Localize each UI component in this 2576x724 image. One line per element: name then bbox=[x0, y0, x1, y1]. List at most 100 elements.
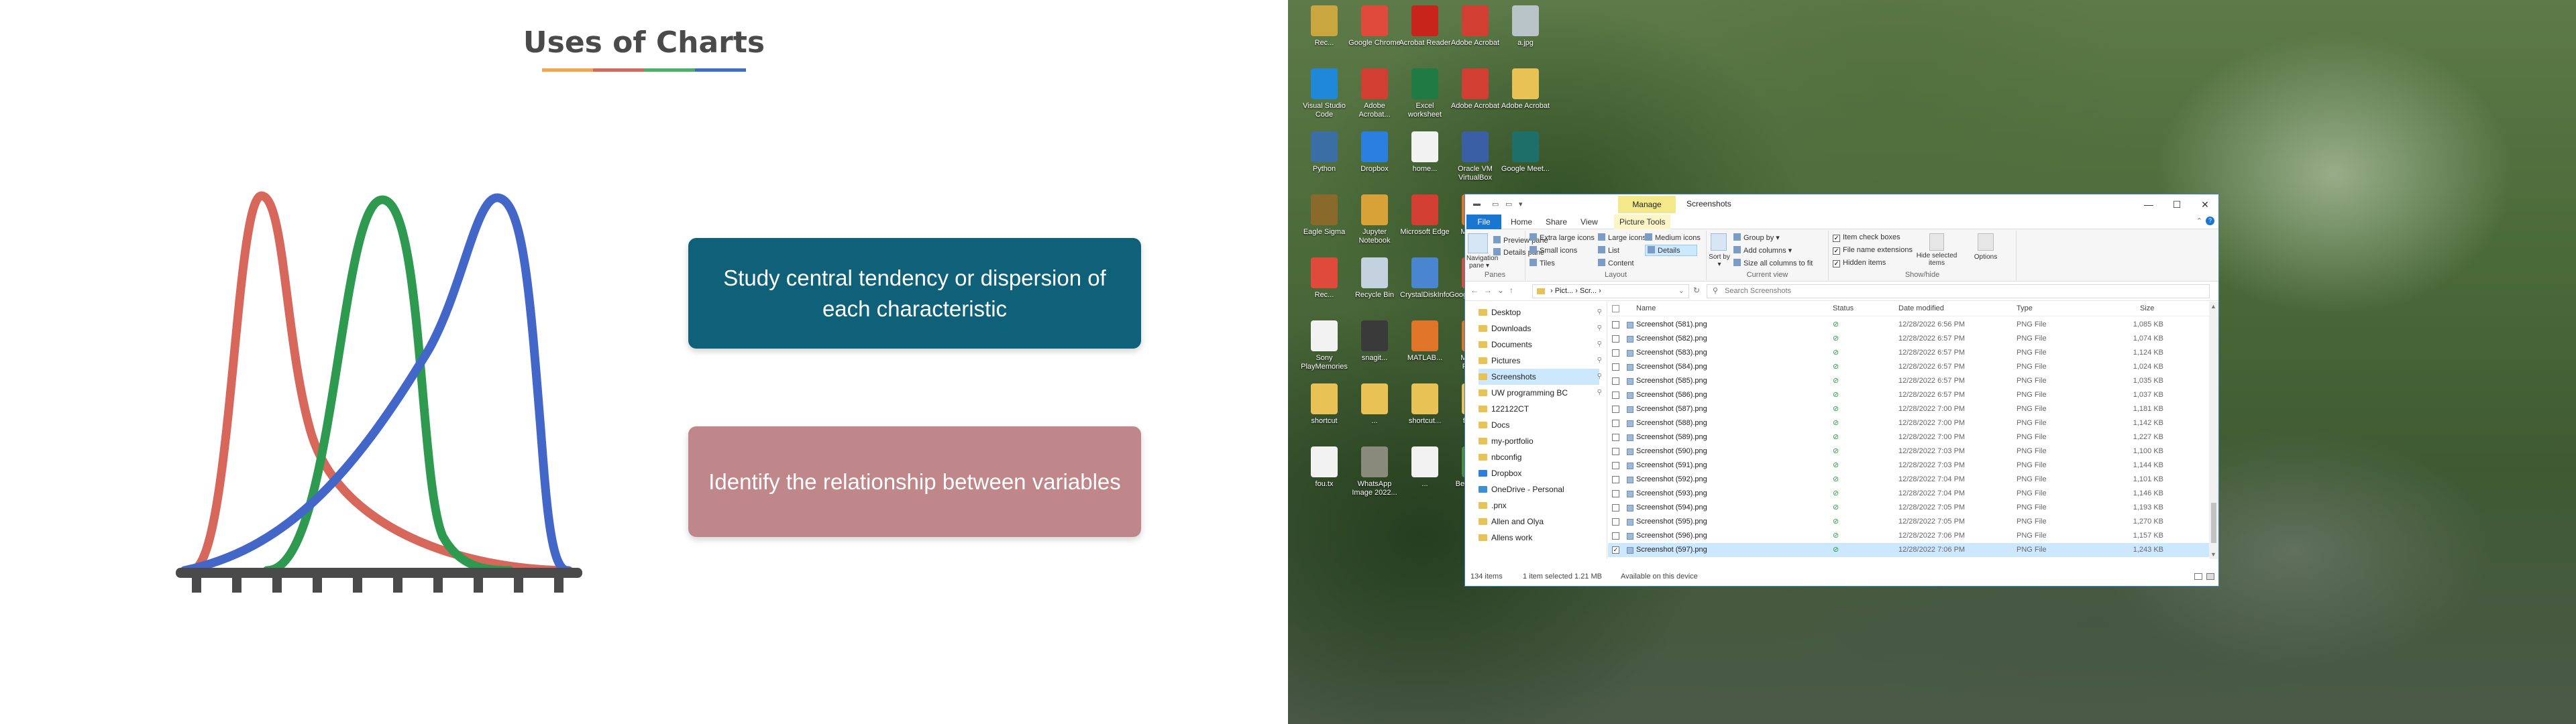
row-checkbox[interactable] bbox=[1612, 448, 1619, 455]
item-check-boxes-toggle[interactable]: ✓ Item check boxes bbox=[1833, 233, 1900, 242]
back-icon[interactable]: ← bbox=[1470, 286, 1479, 295]
navigation-pane-icon[interactable] bbox=[1468, 233, 1488, 253]
address-dropdown-icon[interactable]: ⌄ bbox=[1678, 285, 1684, 298]
nav-item[interactable]: Documents ⚲ bbox=[1479, 337, 1602, 353]
help-icon[interactable]: ? bbox=[2206, 217, 2214, 225]
desktop-icon[interactable]: Dropbox bbox=[1350, 129, 1399, 188]
layout-content[interactable]: Content bbox=[1598, 259, 1634, 267]
row-checkbox[interactable] bbox=[1612, 406, 1619, 413]
layout-medium-icons[interactable]: Medium icons bbox=[1645, 233, 1701, 242]
nav-item[interactable]: OneDrive - Personal bbox=[1479, 481, 1599, 497]
nav-item[interactable]: 122122CT bbox=[1479, 401, 1599, 417]
desktop-icon[interactable]: snagit... bbox=[1350, 318, 1399, 377]
desktop-icon[interactable]: Rec... bbox=[1300, 255, 1348, 314]
refresh-icon[interactable]: ↻ bbox=[1693, 286, 1700, 295]
minimize-button[interactable]: — bbox=[2135, 197, 2162, 212]
desktop-icon[interactable]: Adobe Acrobat bbox=[1451, 3, 1499, 62]
nav-item[interactable]: Allens work bbox=[1479, 530, 1599, 546]
desktop-icon[interactable]: a.jpg bbox=[1501, 3, 1550, 62]
file-row[interactable]: ✓ Screenshot (597).png ⊘ 12/28/2022 7:06 PM… bbox=[1608, 543, 2210, 557]
desktop-icon[interactable]: Google Chrome bbox=[1348, 3, 1401, 62]
vertical-scrollbar[interactable]: ▲ ▼ bbox=[2209, 302, 2218, 559]
desktop-icon[interactable]: Visual Studio Code bbox=[1300, 66, 1348, 125]
layout-list[interactable]: List bbox=[1598, 246, 1619, 255]
file-row[interactable]: Screenshot (586).png ⊘ 12/28/2022 6:57 PM P… bbox=[1608, 388, 2210, 402]
file-row[interactable]: Screenshot (585).png ⊘ 12/28/2022 6:57 PM P… bbox=[1608, 374, 2210, 388]
scroll-up-icon[interactable]: ▲ bbox=[2210, 303, 2216, 310]
file-row[interactable]: Screenshot (582).png ⊘ 12/28/2022 6:57 PM P… bbox=[1608, 332, 2210, 346]
desktop-icon[interactable]: ... bbox=[1401, 444, 1449, 503]
file-row[interactable]: Screenshot (593).png ⊘ 12/28/2022 7:04 PM P… bbox=[1608, 487, 2210, 501]
column-date-modified[interactable]: Date modified bbox=[1898, 304, 1944, 312]
maximize-button[interactable]: ☐ bbox=[2163, 197, 2190, 212]
nav-item[interactable]: Downloads ⚲ bbox=[1479, 320, 1602, 337]
row-checkbox[interactable] bbox=[1612, 349, 1619, 357]
file-row[interactable]: Screenshot (589).png ⊘ 12/28/2022 7:00 PM P… bbox=[1608, 430, 2210, 444]
navigation-pane-button[interactable]: Navigation pane ▾ bbox=[1466, 255, 1498, 269]
desktop-icon[interactable]: Acrobat Reader bbox=[1399, 3, 1451, 62]
desktop-icon[interactable]: Microsoft Edge bbox=[1400, 192, 1450, 251]
group-by-button[interactable]: Group by ▾ bbox=[1733, 233, 1780, 242]
desktop-icon[interactable]: Excel worksheet bbox=[1401, 66, 1449, 125]
row-checkbox[interactable] bbox=[1612, 476, 1619, 483]
column-status[interactable]: Status bbox=[1833, 304, 1854, 312]
column-size[interactable]: Size bbox=[2140, 304, 2154, 312]
row-checkbox[interactable] bbox=[1612, 363, 1619, 371]
tab-picture-tools[interactable]: Picture Tools bbox=[1614, 215, 1671, 229]
pin-icon[interactable]: ⚲ bbox=[1597, 369, 1602, 385]
file-row[interactable]: Screenshot (594).png ⊘ 12/28/2022 7:05 PM P… bbox=[1608, 501, 2210, 515]
desktop-icon[interactable]: Jupyter Notebook bbox=[1350, 192, 1399, 251]
desktop-icon[interactable]: Adobe Acrobat bbox=[1451, 66, 1499, 125]
ribbon-collapse-icon[interactable]: ⌃ bbox=[2196, 217, 2202, 225]
new-folder-icon[interactable]: ▭ bbox=[1505, 200, 1512, 208]
layout-small-icons[interactable]: Small icons bbox=[1529, 246, 1577, 255]
nav-item[interactable]: Docs bbox=[1479, 417, 1599, 433]
sort-by-button[interactable]: Sort by ▾ bbox=[1708, 253, 1731, 268]
tab-file[interactable]: File bbox=[1466, 215, 1501, 229]
row-checkbox[interactable] bbox=[1612, 434, 1619, 441]
scrollbar-thumb[interactable] bbox=[2211, 503, 2216, 543]
row-checkbox[interactable] bbox=[1612, 321, 1619, 328]
desktop-icon[interactable]: home... bbox=[1401, 129, 1449, 188]
select-all-checkbox[interactable] bbox=[1612, 305, 1619, 312]
search-box[interactable]: ⚲ Search Screenshots bbox=[1707, 284, 2210, 298]
nav-item[interactable]: Dropbox bbox=[1479, 465, 1599, 481]
file-row[interactable]: Screenshot (592).png ⊘ 12/28/2022 7:04 PM P… bbox=[1608, 473, 2210, 487]
nav-item[interactable]: Allen and Olya bbox=[1479, 514, 1599, 530]
hide-selected-items-button[interactable]: Hide selected items bbox=[1915, 252, 1959, 267]
desktop-icon[interactable]: fou.tx bbox=[1300, 444, 1348, 503]
file-row[interactable]: Screenshot (587).png ⊘ 12/28/2022 7:00 PM P… bbox=[1608, 402, 2210, 416]
column-name[interactable]: Name bbox=[1636, 304, 1656, 312]
desktop-icon[interactable]: MATLAB... bbox=[1401, 318, 1449, 377]
file-row[interactable]: Screenshot (590).png ⊘ 12/28/2022 7:03 PM P… bbox=[1608, 444, 2210, 459]
options-icon[interactable] bbox=[1978, 233, 1994, 251]
row-checkbox[interactable] bbox=[1612, 504, 1619, 511]
column-type[interactable]: Type bbox=[2017, 304, 2033, 312]
add-columns-button[interactable]: Add columns ▾ bbox=[1733, 246, 1792, 255]
up-icon[interactable]: ↑ bbox=[1509, 286, 1513, 295]
address-box[interactable]: › Pict... › Scr... › ⌄ bbox=[1532, 284, 1689, 298]
desktop-icon[interactable]: Rec... bbox=[1300, 3, 1348, 62]
nav-item[interactable]: .pnx bbox=[1479, 497, 1599, 514]
options-button[interactable]: Options bbox=[1972, 253, 1999, 261]
desktop-icon[interactable]: shortcut... bbox=[1401, 381, 1449, 440]
pin-icon[interactable]: ⚲ bbox=[1597, 337, 1602, 353]
sort-by-icon[interactable] bbox=[1711, 233, 1727, 251]
qat-dropdown-icon[interactable]: ▾ bbox=[1519, 200, 1523, 208]
desktop-icon[interactable]: Google Meet... bbox=[1501, 129, 1550, 188]
recent-dropdown-icon[interactable]: ⌄ bbox=[1497, 286, 1504, 295]
tab-share[interactable]: Share bbox=[1540, 215, 1572, 229]
row-checkbox[interactable] bbox=[1612, 391, 1619, 399]
file-row[interactable]: Screenshot (596).png ⊘ 12/28/2022 7:06 PM P… bbox=[1608, 529, 2210, 543]
row-checkbox[interactable] bbox=[1612, 518, 1619, 526]
large-icons-view-icon[interactable] bbox=[2206, 573, 2214, 580]
nav-item[interactable]: my-portfolio bbox=[1479, 433, 1599, 449]
desktop-icon[interactable]: CrystalDiskInfo bbox=[1400, 255, 1450, 314]
pin-icon[interactable]: ⚲ bbox=[1597, 353, 1602, 369]
scroll-down-icon[interactable]: ▼ bbox=[2210, 551, 2216, 558]
desktop-icon[interactable]: WhatsApp Image 2022... bbox=[1350, 444, 1399, 503]
tab-home[interactable]: Home bbox=[1505, 215, 1538, 229]
layout-details[interactable]: Details bbox=[1645, 245, 1697, 256]
layout-large-icons[interactable]: Large icons bbox=[1598, 233, 1646, 242]
pin-icon[interactable]: ⚲ bbox=[1597, 385, 1602, 401]
